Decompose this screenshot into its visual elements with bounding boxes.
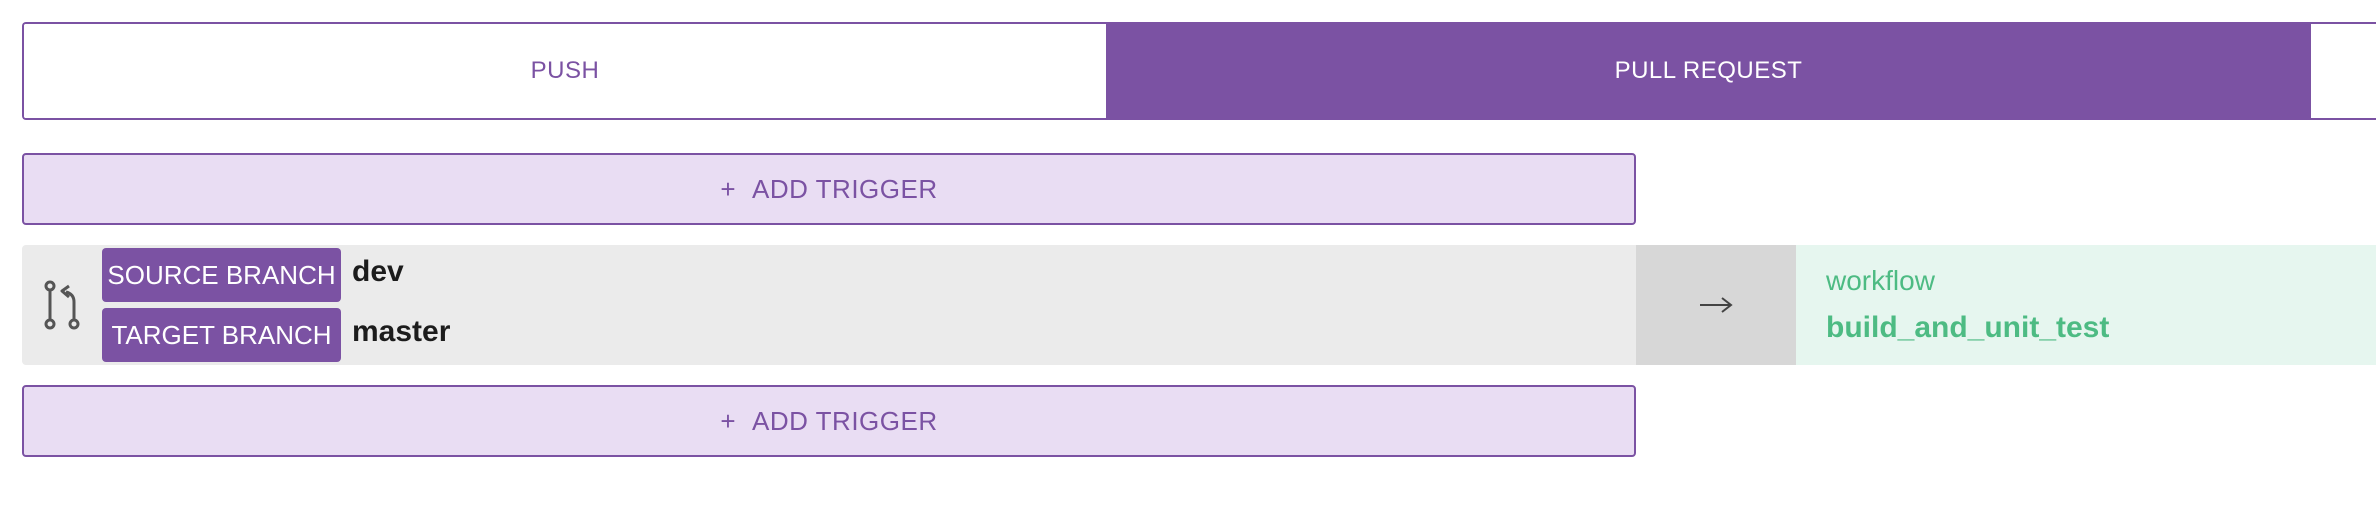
arrow-cell — [1636, 245, 1796, 365]
arrow-right-icon — [1700, 297, 1733, 313]
target-branch-value: master — [352, 315, 451, 348]
trigger-row[interactable]: SOURCE BRANCH dev TARGET BRANCH master w… — [22, 245, 2376, 365]
pull-request-icon — [44, 280, 80, 330]
plus-icon: + — [720, 405, 737, 436]
target-branch-badge: TARGET BRANCH — [102, 308, 341, 362]
workflow-target[interactable]: workflow build_and_unit_test — [1796, 245, 2376, 365]
tab-overflow — [2311, 24, 2376, 118]
add-trigger-button-bottom[interactable]: + ADD TRIGGER — [22, 385, 1636, 457]
plus-icon: + — [720, 173, 737, 204]
trigger-type-tabs: PUSH PULL REQUEST — [22, 22, 2376, 120]
add-trigger-button-top[interactable]: + ADD TRIGGER — [22, 153, 1636, 225]
workflow-label: workflow — [1826, 265, 1935, 296]
source-branch-value: dev — [352, 255, 404, 288]
tab-pull-request[interactable]: PULL REQUEST — [1106, 24, 2311, 118]
trigger-conditions: SOURCE BRANCH dev TARGET BRANCH master — [22, 245, 1636, 365]
add-trigger-label: ADD TRIGGER — [752, 405, 938, 436]
source-branch-badge: SOURCE BRANCH — [102, 248, 341, 302]
add-trigger-label: ADD TRIGGER — [752, 173, 938, 204]
workflow-name: build_and_unit_test — [1826, 311, 2110, 344]
tab-push[interactable]: PUSH — [24, 24, 1106, 118]
